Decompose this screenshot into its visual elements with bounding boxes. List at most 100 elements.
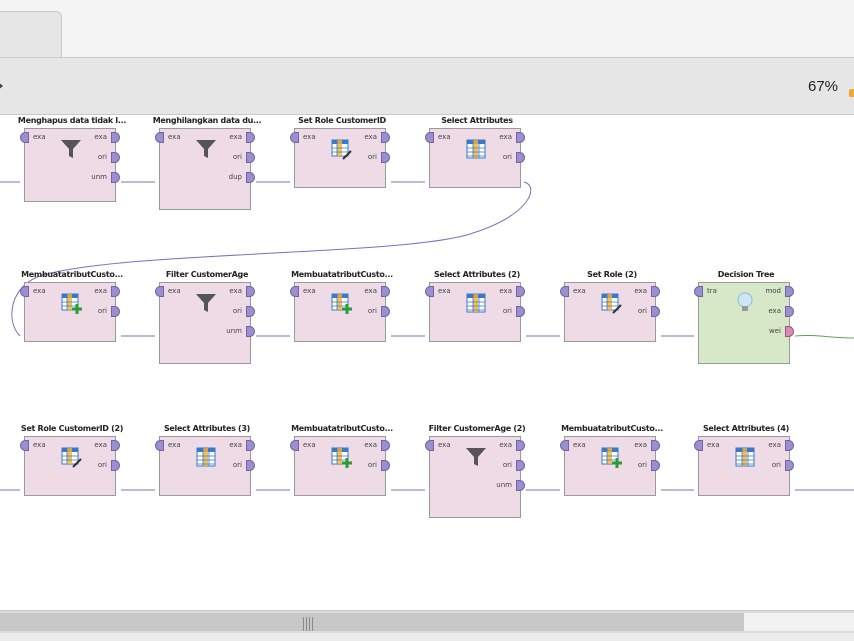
operator-box[interactable]: tra mod exa wei	[694, 282, 794, 364]
scrollbar-thumb[interactable]	[0, 613, 744, 631]
operator-title: Menghapus data tidak l...	[17, 116, 127, 125]
input-port[interactable]	[290, 132, 299, 143]
set-role-icon	[329, 137, 353, 161]
operator-title: Filter CustomerAge	[165, 270, 249, 279]
output-port-label: dup	[228, 173, 242, 181]
input-port[interactable]	[560, 286, 569, 297]
operator-title: Set Role CustomerID	[298, 116, 386, 125]
output-port-label: exa	[499, 133, 512, 141]
operator-title: Filter CustomerAge (2)	[428, 424, 526, 433]
input-port-label: exa	[438, 441, 451, 449]
input-port[interactable]	[425, 132, 434, 143]
input-port-label: exa	[33, 441, 46, 449]
input-port[interactable]	[560, 440, 569, 451]
operator-box[interactable]: exa exa ori unm	[425, 436, 525, 518]
input-port[interactable]	[20, 440, 29, 451]
input-port[interactable]	[290, 286, 299, 297]
operator-title: MembuatatributCusto...	[21, 270, 123, 279]
output-port-label: exa	[768, 441, 781, 449]
input-port[interactable]	[20, 286, 29, 297]
scrollbar-track[interactable]	[744, 613, 854, 631]
input-port-label: exa	[168, 441, 181, 449]
output-port-label: exa	[364, 441, 377, 449]
operator-title: Menghilangkan data du...	[152, 116, 262, 125]
output-port-label: mod	[765, 287, 781, 295]
tab-bar	[0, 0, 854, 57]
process-toolbar: 67%	[0, 57, 854, 115]
filter-icon	[464, 445, 488, 469]
operator-box[interactable]: exa exa ori unm	[155, 282, 255, 364]
operator-title: Set Role CustomerID (2)	[20, 424, 124, 433]
output-port-label: ori	[771, 461, 781, 469]
operator-box[interactable]: exa exa ori	[20, 436, 120, 496]
input-port[interactable]	[155, 132, 164, 143]
input-port-label: exa	[33, 133, 46, 141]
output-port-label: ori	[367, 461, 377, 469]
input-port[interactable]	[155, 286, 164, 297]
output-port-label: exa	[634, 287, 647, 295]
table-icon	[733, 445, 757, 469]
output-port-label: ori	[97, 461, 107, 469]
zoom-level[interactable]: 67%	[808, 78, 838, 95]
input-port-label: exa	[573, 287, 586, 295]
output-port-label: ori	[232, 461, 242, 469]
horizontal-scrollbar[interactable]	[0, 610, 854, 633]
output-port-label: ori	[232, 153, 242, 161]
input-port[interactable]	[290, 440, 299, 451]
operator-title: MembuatatributCusto...	[291, 424, 393, 433]
input-port[interactable]	[694, 440, 703, 451]
input-port[interactable]	[694, 286, 703, 297]
output-port-label: wei	[769, 327, 781, 335]
breadcrumb-arrow-icon[interactable]	[0, 81, 3, 91]
input-port[interactable]	[155, 440, 164, 451]
input-port[interactable]	[425, 286, 434, 297]
input-port[interactable]	[20, 132, 29, 143]
input-port-label: exa	[303, 441, 316, 449]
input-port-label: exa	[168, 287, 181, 295]
output-port-label: exa	[229, 287, 242, 295]
operator-title: Select Attributes	[441, 116, 513, 125]
operator-box[interactable]: exa exa ori	[425, 128, 525, 188]
generate-attribute-icon	[599, 445, 623, 469]
operator-title: Decision Tree	[717, 270, 775, 279]
operator-box[interactable]: exa exa ori	[694, 436, 794, 496]
operator-box[interactable]: exa exa ori	[560, 436, 660, 496]
input-port-label: exa	[573, 441, 586, 449]
process-canvas[interactable]: Menghapus data tidak l... exa exa ori unm Men…	[0, 116, 854, 610]
scrollbar-grip-icon[interactable]	[303, 617, 313, 631]
output-port-label: exa	[634, 441, 647, 449]
operator-box[interactable]: exa exa ori unm	[20, 128, 120, 202]
output-port-label: ori	[97, 307, 107, 315]
process-tab[interactable]	[0, 11, 62, 57]
output-port-label: exa	[499, 287, 512, 295]
operator-box[interactable]: exa exa ori	[290, 282, 390, 342]
output-port-label: ori	[367, 307, 377, 315]
filter-icon	[194, 137, 218, 161]
output-port-label: ori	[232, 307, 242, 315]
operator-title: Select Attributes (2)	[433, 270, 521, 279]
output-port-label: unm	[91, 173, 107, 181]
output-port-label: exa	[499, 441, 512, 449]
table-icon	[464, 291, 488, 315]
operator-title: MembuatatributCusto...	[561, 424, 663, 433]
operator-title: Select Attributes (3)	[163, 424, 251, 433]
operator-box[interactable]: exa exa ori	[155, 436, 255, 496]
operator-box[interactable]: exa exa ori	[425, 282, 525, 342]
status-strip	[0, 633, 854, 641]
operator-box[interactable]: exa exa ori	[290, 436, 390, 496]
input-port-label: exa	[438, 133, 451, 141]
output-port-label: ori	[502, 461, 512, 469]
set-role-icon	[599, 291, 623, 315]
input-port-label: exa	[303, 287, 316, 295]
operator-box[interactable]: exa exa ori	[20, 282, 120, 342]
operator-box[interactable]: exa exa ori	[560, 282, 660, 342]
filter-icon	[194, 291, 218, 315]
zoom-icon[interactable]	[849, 89, 854, 97]
input-port-label: exa	[438, 287, 451, 295]
table-icon	[194, 445, 218, 469]
generate-attribute-icon	[59, 291, 83, 315]
table-icon	[464, 137, 488, 161]
operator-box[interactable]: exa exa ori	[290, 128, 390, 188]
operator-box[interactable]: exa exa ori dup	[155, 128, 255, 210]
input-port[interactable]	[425, 440, 434, 451]
